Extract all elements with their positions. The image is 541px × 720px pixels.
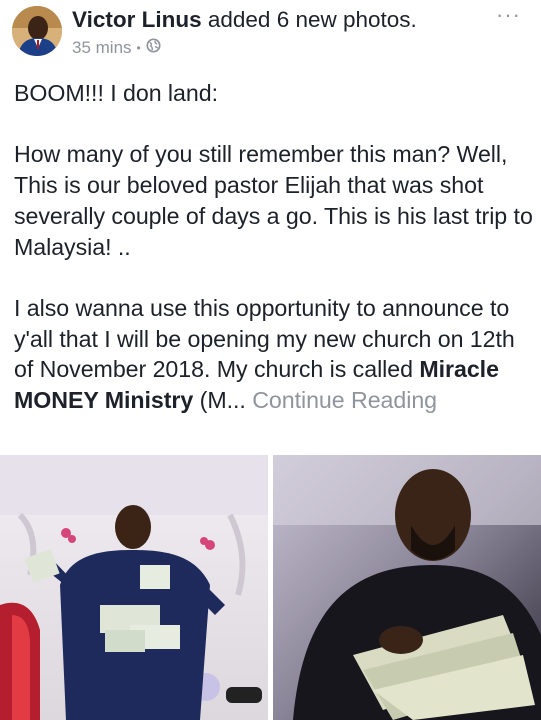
post-line-1: BOOM!!! I don land: <box>14 80 218 106</box>
paragraph-3-truncated: (M... <box>193 387 246 413</box>
post-paragraph-2: How many of you still remember this man?… <box>14 141 533 260</box>
avatar-image <box>12 6 62 56</box>
photo-grid <box>0 455 541 720</box>
post-title-line: Victor Linus added 6 new photos. <box>72 6 417 34</box>
post-paragraph-3: I also wanna use this opportunity to ann… <box>14 293 534 416</box>
author-avatar[interactable] <box>12 6 62 56</box>
post-timestamp[interactable]: 35 mins <box>72 38 132 58</box>
globe-icon <box>146 38 161 58</box>
post-meta: 35 mins • <box>72 38 161 58</box>
photo-1-image <box>0 455 268 720</box>
post-body: BOOM!!! I don land: How many of you stil… <box>14 78 534 416</box>
photo-1[interactable] <box>0 455 268 720</box>
continue-reading-link[interactable]: Continue Reading <box>252 387 437 413</box>
more-options-icon[interactable]: ··· <box>496 2 521 28</box>
author-name[interactable]: Victor Linus <box>72 7 202 32</box>
post-action: added 6 new photos. <box>207 7 417 32</box>
photo-2-image <box>273 455 541 720</box>
post-header: Victor Linus added 6 new photos. 35 mins… <box>0 0 541 70</box>
meta-separator: • <box>136 41 141 55</box>
photo-2[interactable] <box>273 455 541 720</box>
